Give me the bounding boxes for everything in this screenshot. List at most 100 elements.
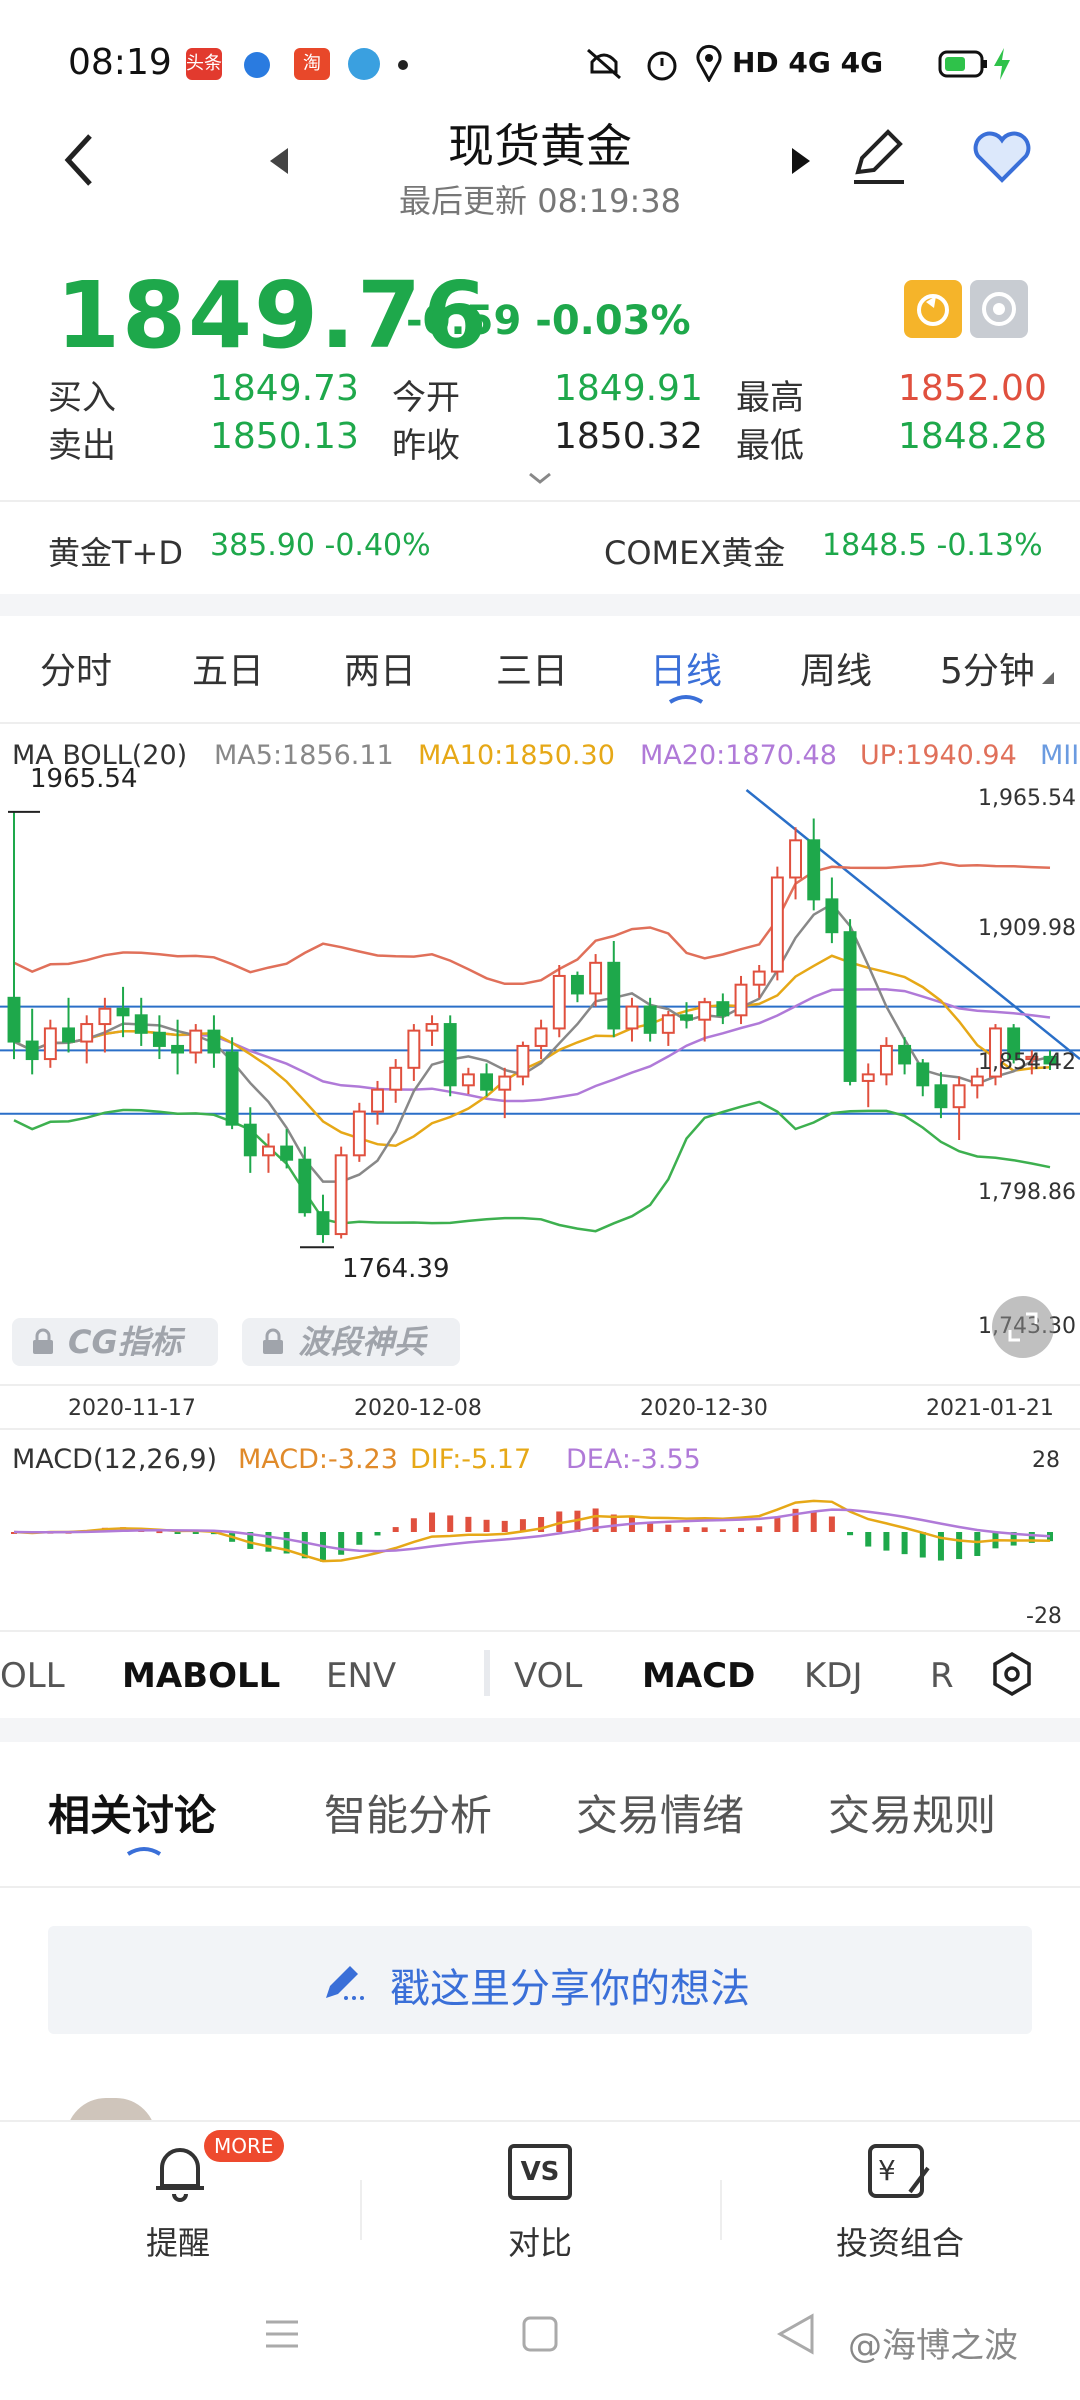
dropdown-corner-icon[interactable] xyxy=(1040,670,1056,686)
macd-bar xyxy=(429,1512,436,1532)
indicator-tab-macd[interactable]: MACD xyxy=(642,1656,755,1696)
tab-5min[interactable]: 5分钟 xyxy=(940,642,1035,694)
macd-bar xyxy=(719,1529,726,1532)
candle-body xyxy=(389,1066,403,1091)
candle-body xyxy=(298,1158,312,1214)
macd-bar xyxy=(792,1508,799,1532)
tab-separator xyxy=(484,1650,490,1696)
nav-remind-label[interactable]: 提醒 xyxy=(146,2218,210,2264)
macd-bar xyxy=(192,1532,199,1534)
cg-indicator-button[interactable]: CG指标 xyxy=(12,1318,218,1366)
candle-body xyxy=(643,1005,657,1034)
candle-body xyxy=(552,974,566,1030)
candle-body xyxy=(171,1044,185,1054)
tab-weekly[interactable]: 周线 xyxy=(800,642,872,694)
replay-button[interactable] xyxy=(904,280,962,338)
tab-smart-analysis[interactable]: 智能分析 xyxy=(324,1782,492,1843)
candle-body xyxy=(262,1145,275,1157)
nav-portfolio-label[interactable]: 投资组合 xyxy=(836,2218,964,2264)
tab-daily[interactable]: 日线 xyxy=(650,642,722,694)
divider xyxy=(0,1630,1080,1632)
candle-body xyxy=(43,1027,57,1061)
tab-five-day[interactable]: 五日 xyxy=(192,642,264,694)
candle-body xyxy=(698,1001,712,1021)
indicator-tab-boll[interactable]: OLL xyxy=(0,1656,65,1696)
candle-body xyxy=(461,1073,475,1087)
fullscreen-button[interactable] xyxy=(992,1296,1054,1358)
wave-indicator-button[interactable]: 波段神兵 xyxy=(242,1318,460,1366)
indicator-tab-kdj[interactable]: KDJ xyxy=(804,1656,863,1696)
macd-chart[interactable] xyxy=(0,1470,1080,1630)
candlestick-chart[interactable] xyxy=(0,770,1080,1330)
candle-body xyxy=(352,1110,366,1157)
favorite-heart-icon[interactable] xyxy=(970,128,1034,186)
date-label-2: 2020-12-08 xyxy=(354,1396,482,1421)
candle-body xyxy=(607,961,621,1030)
low-label: 最低 xyxy=(736,426,804,466)
vs-icon[interactable]: VS xyxy=(508,2144,572,2200)
macd-bar xyxy=(447,1515,454,1532)
low-value: 1848.28 xyxy=(898,416,1047,457)
candle-body xyxy=(879,1044,893,1076)
macd-bar xyxy=(847,1532,854,1536)
tab-trade-sentiment[interactable]: 交易情绪 xyxy=(576,1782,744,1843)
tab-trade-rules[interactable]: 交易规则 xyxy=(828,1782,996,1843)
candle-body xyxy=(243,1123,257,1157)
indicator-tab-maboll[interactable]: MABOLL xyxy=(122,1656,280,1696)
menu-icon[interactable] xyxy=(262,2316,302,2352)
macd-bar xyxy=(756,1526,763,1532)
macd-bar xyxy=(810,1510,817,1532)
nav-separator xyxy=(360,2180,362,2240)
macd-bar xyxy=(828,1516,835,1532)
tab-discussion[interactable]: 相关讨论 xyxy=(48,1782,216,1843)
sell-value: 1850.13 xyxy=(210,416,359,457)
indicator-tab-r[interactable]: R xyxy=(930,1656,954,1696)
tab-timeshare[interactable]: 分时 xyxy=(40,642,112,694)
expand-chevron-icon[interactable] xyxy=(526,470,554,488)
next-arrow-icon[interactable] xyxy=(790,146,812,176)
taobao-icon: 淘 xyxy=(294,48,330,80)
candle-body xyxy=(898,1044,912,1065)
boll-up-legend: UP:1940.94 xyxy=(860,740,1017,771)
share-placeholder[interactable]: 戳这里分享你的想法 xyxy=(390,1956,750,2014)
candle-body xyxy=(116,1007,130,1017)
macd-bar xyxy=(501,1520,508,1532)
indicator-settings-icon[interactable] xyxy=(988,1650,1036,1698)
cg-indicator-label: CG指标 xyxy=(68,1323,182,1361)
charging-icon xyxy=(994,48,1010,80)
settings-button[interactable] xyxy=(970,280,1028,338)
candle-body xyxy=(861,1073,875,1082)
edit-icon[interactable] xyxy=(848,124,910,186)
divider xyxy=(0,500,1080,502)
section-gap xyxy=(0,1718,1080,1742)
macd-bar xyxy=(338,1532,345,1555)
ma20-legend: MA20:1870.48 xyxy=(640,740,837,771)
candle-body xyxy=(334,1154,348,1236)
indicator-tab-env[interactable]: ENV xyxy=(326,1656,396,1696)
candle-body xyxy=(770,876,784,973)
macd-bar xyxy=(919,1532,926,1558)
buy-value: 1849.73 xyxy=(210,368,359,409)
indicator-tab-vol[interactable]: VOL xyxy=(514,1656,582,1696)
high-label: 最高 xyxy=(736,378,804,418)
candle-body xyxy=(7,996,21,1043)
page-title: 现货黄金 xyxy=(448,119,632,173)
prev-close-value: 1850.32 xyxy=(554,416,703,457)
bell-icon[interactable] xyxy=(150,2140,210,2204)
min-price-label: 1764.39 xyxy=(342,1254,450,1284)
notification-dot xyxy=(398,60,408,70)
candle-body xyxy=(152,1031,166,1047)
price-change: -0.59 -0.03% xyxy=(406,298,691,344)
portfolio-icon[interactable]: ¥ xyxy=(866,2140,934,2204)
back-nav-icon[interactable] xyxy=(776,2312,816,2356)
home-icon[interactable] xyxy=(520,2314,560,2354)
tab-three-day[interactable]: 三日 xyxy=(496,642,568,694)
macd-bar xyxy=(265,1532,272,1552)
browser-icon xyxy=(244,52,270,78)
candle-body xyxy=(807,839,821,901)
related-left-name[interactable]: 黄金T+D xyxy=(48,528,183,574)
nav-compare-label[interactable]: 对比 xyxy=(508,2218,572,2264)
related-right-name[interactable]: COMEX黄金 xyxy=(604,528,785,574)
tab-two-day[interactable]: 两日 xyxy=(344,642,416,694)
boll-upper-line xyxy=(13,861,1051,986)
